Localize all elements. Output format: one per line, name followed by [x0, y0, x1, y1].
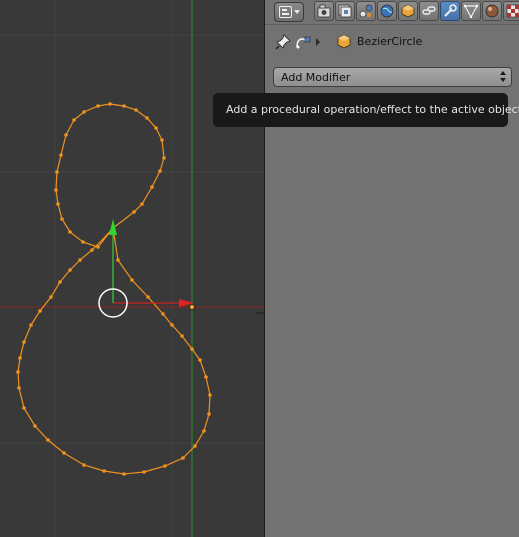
blender-window: BezierCircle Add Modifier Add a procedur… — [0, 0, 519, 537]
data-icon — [464, 4, 478, 18]
tab-render-layers[interactable] — [335, 1, 355, 21]
world-icon — [380, 4, 394, 18]
material-icon — [485, 4, 499, 18]
y-axis-arrow-icon[interactable] — [109, 219, 117, 235]
tooltip: Add a procedural operation/effect to the… — [213, 93, 519, 127]
properties-header — [265, 0, 519, 25]
tooltip-text: Add a procedural operation/effect to the… — [226, 103, 519, 116]
breadcrumb-separator-icon — [316, 38, 320, 46]
constraints-icon — [422, 6, 436, 15]
tab-texture[interactable] — [503, 1, 519, 21]
add-modifier-label: Add Modifier — [281, 71, 351, 84]
scene-icon — [359, 4, 373, 18]
render-icon — [317, 4, 331, 18]
chevron-down-icon — [294, 10, 300, 14]
viewport-canvas[interactable] — [0, 0, 264, 537]
tab-constraints[interactable] — [419, 1, 439, 21]
add-modifier-button[interactable]: Add Modifier — [273, 67, 512, 87]
3d-viewport[interactable] — [0, 0, 264, 537]
render-layers-icon — [338, 4, 352, 18]
tab-object[interactable] — [398, 1, 418, 21]
tab-scene[interactable] — [356, 1, 376, 21]
tab-material[interactable] — [482, 1, 502, 21]
editor-type-button[interactable] — [274, 2, 304, 22]
breadcrumb: BezierCircle — [275, 32, 515, 52]
object-icon — [401, 4, 415, 18]
modifiers-icon — [444, 4, 457, 17]
object-origin-icon[interactable] — [189, 304, 195, 310]
grid — [0, 0, 264, 537]
tab-data[interactable] — [461, 1, 481, 21]
properties-editor-icon — [279, 6, 292, 18]
transform-manipulator[interactable] — [98, 219, 194, 318]
tab-render[interactable] — [314, 1, 334, 21]
curve-icon — [296, 36, 311, 49]
texture-icon — [506, 4, 519, 18]
context-tabs — [314, 1, 519, 23]
tab-world[interactable] — [377, 1, 397, 21]
pin-icon[interactable] — [275, 34, 291, 50]
object-icon — [337, 34, 351, 49]
object-name: BezierCircle — [357, 35, 423, 48]
tab-modifiers[interactable] — [440, 1, 460, 21]
properties-editor: BezierCircle Add Modifier — [265, 0, 519, 537]
dropdown-updown-icon — [500, 71, 506, 83]
